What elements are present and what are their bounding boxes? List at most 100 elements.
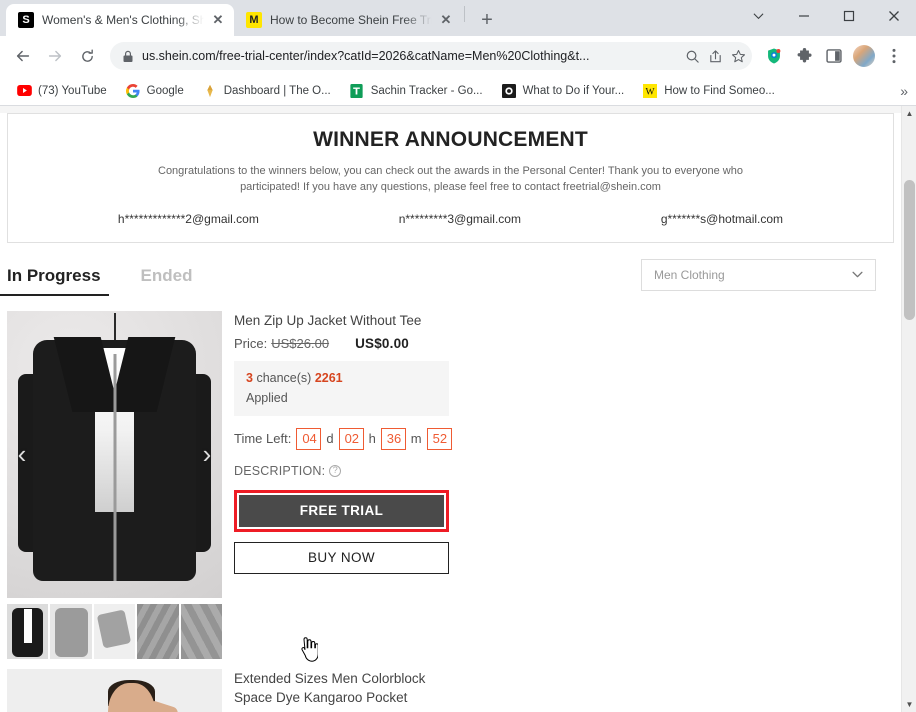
close-icon[interactable]: ✕ (440, 12, 452, 28)
chances-label: chance(s) (256, 371, 312, 386)
price-label: Price: (234, 336, 268, 352)
bookmark-google[interactable]: Google (117, 80, 192, 102)
close-icon[interactable]: ✕ (212, 12, 224, 28)
buy-now-button[interactable]: BUY NOW (234, 541, 449, 574)
category-select[interactable]: Men Clothing (641, 258, 876, 291)
browser-tab-2[interactable]: M How to Become Shein Free Trial t ✕ (234, 4, 462, 36)
chevron-down-icon (852, 269, 863, 281)
sidepanel-icon[interactable] (820, 42, 848, 70)
youtube-icon (16, 83, 32, 99)
bookmark-dashboard[interactable]: Dashboard | The O... (194, 80, 339, 102)
status-tabs-row: In Progress Ended Men Clothing (0, 258, 894, 301)
free-trial-button[interactable]: FREE TRIAL (239, 494, 444, 527)
product-info: Extended Sizes Men Colorblock Space Dye … (222, 669, 455, 712)
browser-window: S Women's & Men's Clothing, Shop ✕ M How… (0, 0, 916, 712)
circle-icon (501, 83, 517, 99)
page-viewport: WINNER ANNOUNCEMENT Congratulations to t… (0, 106, 916, 712)
thumbnail[interactable] (50, 603, 92, 659)
scroll-up-button[interactable]: ▲ (902, 106, 916, 121)
tab-divider (464, 6, 465, 22)
help-icon[interactable]: ? (329, 464, 342, 477)
product-price: Price: US$26.00 US$0.00 (234, 336, 449, 351)
bookmark-youtube[interactable]: (73) YouTube (8, 80, 115, 102)
thumbnail[interactable] (137, 603, 179, 659)
bookmark-label: (73) YouTube (38, 84, 107, 97)
product-hero-image[interactable]: ‹ › (7, 310, 222, 598)
gallery-next-arrow[interactable]: › (196, 441, 218, 467)
share-icon[interactable] (708, 49, 723, 64)
close-window-button[interactable] (871, 0, 916, 32)
scrollbar-thumb[interactable] (904, 180, 915, 320)
product-card: ‹ › (7, 659, 455, 712)
lock-icon (122, 50, 134, 63)
bookmark-label: Google (146, 84, 184, 97)
chances-box: 3 chance(s) 2261 Applied (234, 361, 449, 417)
google-icon (125, 83, 141, 99)
price-original: US$26.00 (271, 336, 330, 352)
thumbnail[interactable] (7, 603, 49, 659)
product-thumbnails (7, 603, 223, 659)
maximize-button[interactable] (826, 0, 871, 32)
time-days: 04 (296, 428, 322, 450)
bookmark-sachin-tracker[interactable]: Sachin Tracker - Go... (341, 80, 491, 102)
product-info: Men Zip Up Jacket Without Tee Price: US$… (222, 311, 455, 659)
back-button[interactable] (8, 41, 38, 71)
new-tab-button[interactable]: + (473, 6, 501, 34)
product-gallery: ‹ › (7, 668, 222, 712)
winner-email: g*******s@hotmail.com (660, 211, 784, 226)
star-icon[interactable] (731, 49, 746, 64)
winner-announcement-panel: WINNER ANNOUNCEMENT Congratulations to t… (7, 113, 894, 243)
thumbnail[interactable] (180, 603, 223, 659)
product-gallery: ‹ › (7, 310, 223, 659)
puzzle-extension-icon[interactable] (790, 42, 818, 70)
browser-menu-button[interactable] (880, 42, 908, 70)
tab-search-icon[interactable] (736, 0, 781, 32)
product-title[interactable]: Extended Sizes Men Colorblock Space Dye … (234, 669, 449, 712)
dashboard-icon (202, 83, 218, 99)
price-current: US$0.00 (355, 336, 409, 352)
tab-title: Women's & Men's Clothing, Shop (42, 13, 204, 27)
window-controls (736, 0, 916, 32)
page-title: WINNER ANNOUNCEMENT (313, 128, 588, 151)
tab-title: How to Become Shein Free Trial t (270, 13, 432, 27)
category-select-value: Men Clothing (654, 267, 725, 282)
description-row: DESCRIPTION: ? (234, 464, 449, 478)
gallery-prev-arrow[interactable]: ‹ (11, 441, 33, 467)
shein-logo-icon: S (18, 12, 34, 28)
browser-tab-1[interactable]: S Women's & Men's Clothing, Shop ✕ (6, 4, 234, 36)
free-trial-highlight: FREE TRIAL (234, 489, 449, 532)
time-minutes-unit: m (410, 431, 422, 447)
bookmarks-bar: (73) YouTube Google Dashboard | The O...… (0, 76, 916, 106)
winner-email: n*********3@gmail.com (398, 211, 521, 226)
bookmark-label: What to Do if Your... (522, 84, 625, 97)
time-minutes: 36 (380, 428, 406, 450)
minimize-button[interactable] (781, 0, 826, 32)
svg-text:W: W (646, 86, 656, 97)
applied-label: Applied (246, 390, 288, 405)
product-title[interactable]: Men Zip Up Jacket Without Tee (234, 311, 449, 331)
bookmark-how-to-find[interactable]: W How to Find Someo... (634, 80, 783, 102)
avatar[interactable] (853, 45, 875, 67)
page-scrollbar[interactable]: ▲ ▼ (901, 106, 916, 712)
time-left-label: Time Left: (234, 431, 292, 447)
bookmark-what-to-do[interactable]: What to Do if Your... (493, 80, 633, 102)
shield-extension-icon[interactable] (760, 42, 788, 70)
url-text: us.shein.com/free-trial-center/index?cat… (142, 49, 590, 63)
reload-button[interactable] (72, 41, 102, 71)
time-days-unit: d (326, 431, 334, 447)
bookmark-label: Sachin Tracker - Go... (370, 84, 483, 97)
bookmarks-overflow-button[interactable]: » (900, 83, 908, 99)
browser-toolbar: us.shein.com/free-trial-center/index?cat… (0, 36, 916, 76)
tab-in-progress[interactable]: In Progress (0, 266, 109, 296)
address-bar[interactable]: us.shein.com/free-trial-center/index?cat… (110, 42, 752, 70)
winner-subtitle: Congratulations to the winners below, yo… (158, 165, 743, 193)
search-icon[interactable] (685, 49, 700, 64)
medium-logo-icon: M (246, 12, 262, 28)
tab-ended[interactable]: Ended (141, 266, 193, 296)
forward-button[interactable] (40, 41, 70, 71)
scroll-down-button[interactable]: ▼ (902, 697, 916, 712)
thumbnail[interactable] (93, 603, 136, 659)
product-hero-image[interactable]: ‹ › (7, 668, 222, 712)
sheets-icon (349, 83, 365, 99)
shein-free-trial-page: WINNER ANNOUNCEMENT Congratulations to t… (0, 113, 901, 712)
